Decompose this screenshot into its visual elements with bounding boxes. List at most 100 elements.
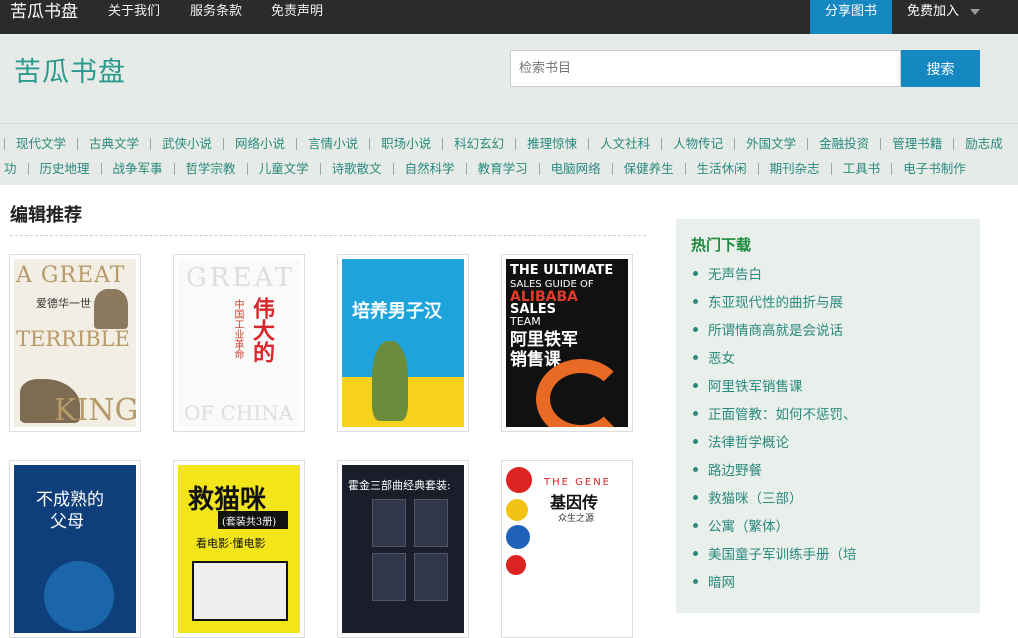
cover-text: KING bbox=[54, 393, 136, 427]
category-link[interactable]: 电子书制作 bbox=[891, 162, 977, 175]
category-link[interactable]: 武侠小说 bbox=[150, 137, 223, 150]
top-bar: 苦瓜书盘 关于我们 服务条款 免责声明 分享图书 免费加入 bbox=[0, 0, 1018, 34]
hot-item[interactable]: 公寓（繁体） bbox=[693, 515, 857, 543]
bullet-icon bbox=[693, 466, 698, 472]
cover-text: A GREAT bbox=[16, 263, 126, 288]
book-cover[interactable]: THE ULTIMATE SALES GUIDE OF ALIBABA SALE… bbox=[506, 259, 628, 427]
bullet-icon bbox=[693, 550, 698, 556]
caret-down-icon[interactable] bbox=[970, 9, 980, 15]
top-brand-link[interactable]: 苦瓜书盘 bbox=[10, 0, 78, 34]
cover-illustration bbox=[506, 525, 530, 549]
hot-item[interactable]: 阿里铁军销售课 bbox=[693, 375, 857, 403]
cover-illustration bbox=[506, 555, 526, 575]
cover-illustration bbox=[94, 289, 128, 329]
bullet-icon bbox=[693, 494, 698, 500]
hot-item[interactable]: 救猫咪（三部） bbox=[693, 487, 857, 515]
hot-item[interactable]: 路边野餐 bbox=[693, 459, 857, 487]
bullet-icon bbox=[693, 298, 698, 304]
bullet-icon bbox=[693, 522, 698, 528]
book-card[interactable]: THE GENE 基因传 众生之源 bbox=[501, 460, 633, 638]
bullet-icon bbox=[693, 382, 698, 388]
category-link[interactable]: 诗歌散文 bbox=[319, 162, 393, 175]
cover-illustration bbox=[192, 561, 288, 621]
book-card[interactable]: THE ULTIMATE SALES GUIDE OF ALIBABA SALE… bbox=[501, 254, 633, 432]
share-book-button[interactable]: 分享图书 bbox=[810, 0, 892, 34]
book-cover[interactable]: 不成熟的 父母 bbox=[14, 465, 136, 633]
category-row-2: 功历史地理 战争军事 哲学宗教 儿童文学 诗歌散文 自然科学 教育学习 电脑网络 保健养生 生活休… bbox=[0, 161, 977, 186]
cover-text: 中国工业革命 bbox=[232, 299, 243, 359]
category-link[interactable]: 言情小说 bbox=[296, 137, 369, 150]
hot-item[interactable]: 法律哲学概论 bbox=[693, 431, 857, 459]
cover-text: GREAT bbox=[186, 263, 296, 293]
category-link[interactable]: 生活休闲 bbox=[684, 162, 758, 175]
category-link[interactable]: 期刊杂志 bbox=[757, 162, 831, 175]
book-cover[interactable]: GREAT 伟大的 中国工业革命 OF CHINA bbox=[178, 259, 300, 427]
cover-text: (套装共3册) bbox=[222, 517, 277, 528]
nav-terms[interactable]: 服务条款 bbox=[190, 0, 242, 24]
book-cover[interactable]: 霍金三部曲经典套装: bbox=[342, 465, 464, 633]
book-card[interactable]: 救猫咪 (套装共3册) 看电影·懂电影 bbox=[173, 460, 305, 638]
category-link[interactable]: 管理书籍 bbox=[880, 137, 953, 150]
category-link[interactable]: 儿童文学 bbox=[246, 162, 320, 175]
cover-text: TERRIBLE bbox=[16, 327, 130, 351]
category-link[interactable]: 战争军事 bbox=[100, 162, 174, 175]
search-button[interactable]: 搜索 bbox=[901, 50, 980, 87]
cover-illustration bbox=[506, 499, 528, 521]
book-card[interactable]: 霍金三部曲经典套装: bbox=[337, 460, 469, 638]
cover-text: THE ULTIMATE bbox=[510, 263, 614, 278]
category-link[interactable]: 哲学宗教 bbox=[173, 162, 247, 175]
book-cover[interactable]: 救猫咪 (套装共3册) 看电影·懂电影 bbox=[178, 465, 300, 633]
book-card[interactable]: A GREAT 爱德华一世 TERRIBLE KING bbox=[9, 254, 141, 432]
book-card[interactable]: 培养男子汉 bbox=[337, 254, 469, 432]
category-link[interactable]: 人物传记 bbox=[661, 137, 734, 150]
bullet-icon bbox=[693, 578, 698, 584]
category-link[interactable]: 电脑网络 bbox=[538, 162, 612, 175]
nav-about[interactable]: 关于我们 bbox=[108, 0, 160, 24]
cover-illustration bbox=[44, 561, 114, 631]
hot-item[interactable]: 恶女 bbox=[693, 347, 857, 375]
cover-text: 看电影·懂电影 bbox=[196, 537, 266, 550]
category-link[interactable]: 功 bbox=[0, 162, 28, 175]
hot-item[interactable]: 美国童子军训练手册（培 bbox=[693, 543, 857, 571]
cover-illustration bbox=[372, 341, 408, 421]
category-link[interactable]: 科幻玄幻 bbox=[442, 137, 515, 150]
category-link[interactable]: 励志成 bbox=[953, 137, 1014, 150]
book-cover[interactable]: A GREAT 爱德华一世 TERRIBLE KING bbox=[14, 259, 136, 427]
hot-item[interactable]: 暗网 bbox=[693, 571, 857, 599]
book-card[interactable]: GREAT 伟大的 中国工业革命 OF CHINA bbox=[173, 254, 305, 432]
search-input[interactable] bbox=[510, 50, 901, 87]
category-link[interactable]: 职场小说 bbox=[369, 137, 442, 150]
cover-illustration bbox=[414, 499, 448, 547]
bullet-icon bbox=[693, 354, 698, 360]
book-cover[interactable]: THE GENE 基因传 众生之源 bbox=[506, 465, 628, 633]
category-link[interactable]: 工具书 bbox=[830, 162, 892, 175]
book-card[interactable]: 不成熟的 父母 bbox=[9, 460, 141, 638]
bullet-icon bbox=[693, 326, 698, 332]
hot-item[interactable]: 东亚现代性的曲折与展 bbox=[693, 291, 857, 319]
category-link[interactable]: 推理惊悚 bbox=[515, 137, 588, 150]
category-link[interactable]: 自然科学 bbox=[392, 162, 466, 175]
category-link[interactable]: 教育学习 bbox=[465, 162, 539, 175]
cover-text: 众生之源 bbox=[558, 514, 595, 524]
category-link[interactable]: 人文社科 bbox=[588, 137, 661, 150]
category-link[interactable]: 历史地理 bbox=[27, 162, 101, 175]
cover-text: OF CHINA bbox=[184, 401, 294, 425]
book-cover[interactable]: 培养男子汉 bbox=[342, 259, 464, 427]
category-link[interactable]: 网络小说 bbox=[223, 137, 296, 150]
hot-downloads-title: 热门下载 bbox=[691, 236, 752, 254]
cover-illustration bbox=[372, 499, 406, 547]
category-link[interactable]: 保健养生 bbox=[611, 162, 685, 175]
hot-item[interactable]: 无声告白 bbox=[693, 263, 857, 291]
cover-text: 培养男子汉 bbox=[352, 301, 442, 322]
hot-item[interactable]: 正面管教：如何不惩罚、 bbox=[693, 403, 857, 431]
category-link[interactable]: 现代文学 bbox=[4, 137, 77, 150]
nav-disclaimer[interactable]: 免责声明 bbox=[271, 0, 323, 24]
site-logo[interactable]: 苦瓜书盘 bbox=[14, 50, 126, 89]
hot-downloads-panel: 热门下载 无声告白 东亚现代性的曲折与展 所谓情商高就是会说话 恶女 阿里铁军销… bbox=[676, 219, 980, 613]
hot-item[interactable]: 所谓情商高就是会说话 bbox=[693, 319, 857, 347]
category-link[interactable]: 金融投资 bbox=[807, 137, 880, 150]
category-link[interactable]: 古典文学 bbox=[77, 137, 150, 150]
free-join-button[interactable]: 免费加入 bbox=[907, 0, 959, 24]
cover-text: 霍金三部曲经典套装: bbox=[348, 479, 451, 492]
category-link[interactable]: 外国文学 bbox=[734, 137, 807, 150]
